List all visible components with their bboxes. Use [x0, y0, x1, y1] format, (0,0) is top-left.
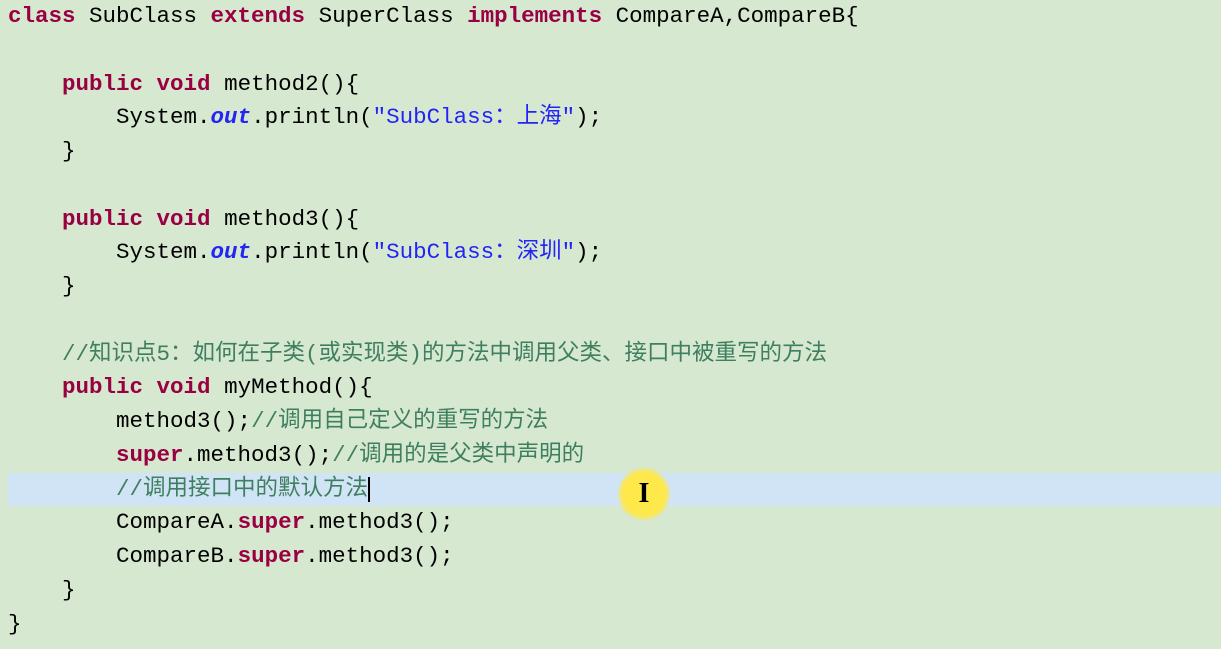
code-text: } — [8, 577, 76, 603]
string-literal: "SubClass：深圳" — [373, 239, 576, 265]
code-line: } — [8, 611, 22, 637]
code-text: .method3(); — [305, 543, 454, 569]
code-line: } — [8, 577, 76, 603]
keyword-extends: extends — [211, 3, 306, 29]
code-text: SuperClass — [305, 3, 467, 29]
code-text: method3(){ — [211, 206, 360, 232]
keyword-super: super — [116, 442, 184, 468]
comment: //调用接口中的默认方法 — [116, 476, 368, 502]
code-line: super.method3();//调用的是父类中声明的 — [8, 442, 584, 468]
code-text: } — [8, 138, 76, 164]
static-field: out — [211, 239, 252, 265]
comment: //知识点5：如何在子类(或实现类)的方法中调用父类、接口中被重写的方法 — [62, 341, 827, 367]
code-line: } — [8, 273, 76, 299]
code-line: } — [8, 138, 76, 164]
code-text: method2(){ — [211, 71, 360, 97]
comment: //调用自己定义的重写的方法 — [251, 408, 548, 434]
code-line: CompareA.super.method3(); — [8, 509, 454, 535]
code-text: ); — [575, 239, 602, 265]
code-line: //知识点5：如何在子类(或实现类)的方法中调用父类、接口中被重写的方法 — [8, 341, 827, 367]
code-line: method3();//调用自己定义的重写的方法 — [8, 408, 548, 434]
keyword-public: public — [62, 374, 143, 400]
static-field: out — [211, 104, 252, 130]
keyword-void: void — [157, 206, 211, 232]
keyword-super: super — [238, 509, 306, 535]
code-text: .println( — [251, 104, 373, 130]
keyword-public: public — [62, 206, 143, 232]
code-text: myMethod(){ — [211, 374, 373, 400]
code-text: CompareA. — [116, 509, 238, 535]
code-text: CompareA,CompareB{ — [602, 3, 859, 29]
code-line: CompareB.super.method3(); — [8, 543, 454, 569]
code-line: public void myMethod(){ — [8, 374, 373, 400]
code-text: } — [8, 273, 76, 299]
code-text: } — [8, 611, 22, 637]
string-literal: "SubClass：上海" — [373, 104, 576, 130]
current-line-highlight: //调用接口中的默认方法 — [8, 473, 1221, 507]
code-text: ); — [575, 104, 602, 130]
code-text: System. — [116, 104, 211, 130]
code-line: class SubClass extends SuperClass implem… — [8, 3, 859, 29]
keyword-void: void — [157, 71, 211, 97]
code-text: .println( — [251, 239, 373, 265]
keyword-public: public — [62, 71, 143, 97]
code-line: public void method3(){ — [8, 206, 359, 232]
code-text: method3(); — [116, 408, 251, 434]
code-line: public void method2(){ — [8, 71, 359, 97]
comment: //调用的是父类中声明的 — [332, 442, 584, 468]
keyword-void: void — [157, 374, 211, 400]
keyword-class: class — [8, 3, 76, 29]
code-editor[interactable]: class SubClass extends SuperClass implem… — [0, 0, 1221, 641]
code-text: System. — [116, 239, 211, 265]
keyword-super: super — [238, 543, 306, 569]
code-text: .method3(); — [184, 442, 333, 468]
code-line: System.out.println("SubClass：上海"); — [8, 104, 602, 130]
keyword-implements: implements — [467, 3, 602, 29]
code-text: CompareB. — [116, 543, 238, 569]
code-text: SubClass — [76, 3, 211, 29]
code-text: .method3(); — [305, 509, 454, 535]
text-cursor — [368, 477, 370, 502]
code-line: System.out.println("SubClass：深圳"); — [8, 239, 602, 265]
